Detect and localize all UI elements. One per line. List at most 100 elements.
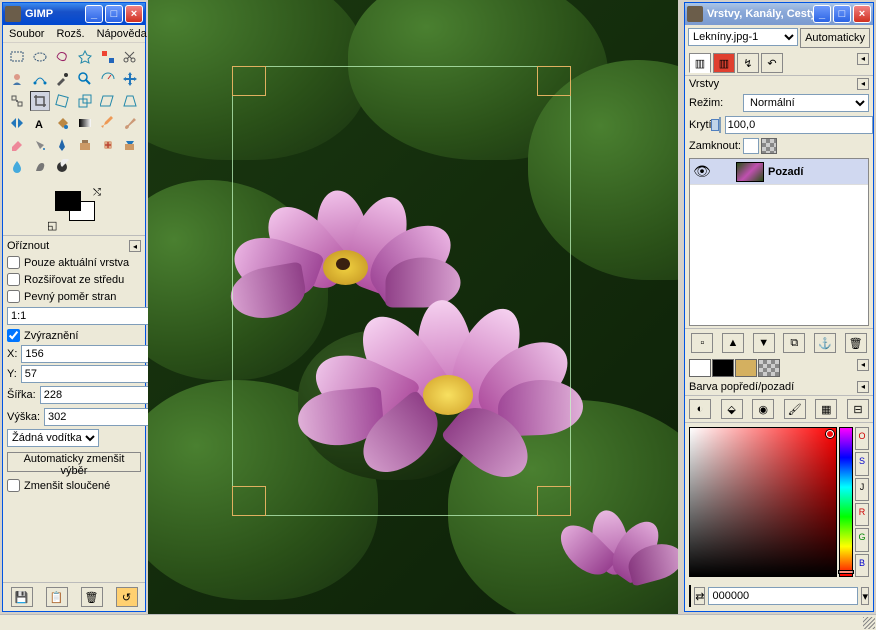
crop-tool[interactable]: [30, 91, 50, 111]
dock-titlebar[interactable]: Vrstvy, Kanály, Cesty, ... _ □ ×: [685, 3, 873, 25]
lower-layer-button[interactable]: ▼: [753, 333, 775, 353]
lower-tab-menu-icon[interactable]: ◂: [857, 359, 869, 371]
dodge-burn-tool[interactable]: [52, 157, 72, 177]
maximize-button[interactable]: □: [833, 5, 851, 23]
s-button[interactable]: S: [855, 452, 869, 475]
blur-tool[interactable]: [7, 157, 27, 177]
swap-swatch-icon[interactable]: ⤭: [93, 187, 101, 198]
align-tool[interactable]: [7, 91, 27, 111]
perspective-clone-tool[interactable]: [120, 135, 140, 155]
fixed-ratio-checkbox[interactable]: [7, 290, 20, 303]
lock-pixels-checkbox[interactable]: [743, 138, 759, 154]
expand-center-checkbox[interactable]: [7, 273, 20, 286]
save-options-button[interactable]: 💾: [11, 587, 33, 607]
foreground-select-tool[interactable]: [7, 69, 27, 89]
toolbox-titlebar[interactable]: GIMP _ □ ×: [3, 3, 145, 25]
mode-select[interactable]: Normální: [743, 94, 869, 112]
menu-file[interactable]: Soubor: [9, 28, 44, 40]
opacity-input[interactable]: [725, 116, 873, 134]
rect-select-tool[interactable]: [7, 47, 27, 67]
g-button[interactable]: G: [855, 528, 869, 551]
sv-cursor[interactable]: [826, 430, 834, 438]
ellipse-select-tool[interactable]: [30, 47, 50, 67]
shrink-merged-checkbox[interactable]: [7, 479, 20, 492]
foreground-swatch[interactable]: [55, 191, 81, 211]
fuzzy-select-tool[interactable]: [75, 47, 95, 67]
delete-options-button[interactable]: 🗑: [81, 587, 103, 607]
anchor-layer-button[interactable]: ⚓: [814, 333, 836, 353]
resize-grip[interactable]: [863, 617, 875, 629]
gradients-tab[interactable]: [735, 359, 757, 377]
eraser-tool[interactable]: [7, 135, 27, 155]
reset-options-button[interactable]: ↺: [116, 587, 138, 607]
highlight-checkbox[interactable]: [7, 329, 20, 342]
b-button[interactable]: B: [855, 554, 869, 577]
layer-thumbnail[interactable]: [736, 162, 764, 182]
move-tool[interactable]: [120, 69, 140, 89]
color-select-tool[interactable]: [98, 47, 118, 67]
duplicate-layer-button[interactable]: ⧉: [783, 333, 805, 353]
perspective-tool[interactable]: [120, 91, 140, 111]
pencil-tool[interactable]: [98, 113, 118, 133]
layer-list[interactable]: 👁 Pozadí: [689, 158, 869, 326]
color-picker-tool[interactable]: [52, 69, 72, 89]
h-button[interactable]: O: [855, 427, 869, 450]
layer-name[interactable]: Pozadí: [768, 166, 803, 178]
cmyk-selector-icon[interactable]: ⬙: [721, 399, 743, 419]
flip-tool[interactable]: [7, 113, 27, 133]
tab-menu-icon[interactable]: ◂: [857, 53, 869, 65]
undo-tab[interactable]: ↶: [761, 53, 783, 73]
patterns-tab[interactable]: [712, 359, 734, 377]
guides-select[interactable]: Žádná vodítka: [7, 429, 99, 447]
text-tool[interactable]: A: [30, 113, 50, 133]
hue-slider[interactable]: [839, 427, 853, 577]
lock-alpha-icon[interactable]: [761, 138, 777, 154]
palette-selector-icon[interactable]: ▦: [815, 399, 837, 419]
channels-tab[interactable]: ▥: [713, 53, 735, 73]
v-button[interactable]: J: [855, 478, 869, 501]
palettes-tab[interactable]: [758, 359, 780, 377]
wheel-selector-icon[interactable]: ◉: [752, 399, 774, 419]
restore-options-button[interactable]: 📋: [46, 587, 68, 607]
hex-menu-button[interactable]: ▾: [861, 587, 869, 605]
bucket-fill-tool[interactable]: [52, 113, 72, 133]
scales-selector-icon[interactable]: ⊟: [847, 399, 869, 419]
image-canvas[interactable]: [148, 0, 678, 614]
ratio-input[interactable]: [7, 307, 157, 325]
saturation-value-box[interactable]: [689, 427, 837, 577]
zoom-tool[interactable]: [75, 69, 95, 89]
heal-tool[interactable]: [98, 135, 118, 155]
paths-tool[interactable]: [30, 69, 50, 89]
rotate-tool[interactable]: [52, 91, 72, 111]
maximize-button[interactable]: □: [105, 5, 123, 23]
auto-button[interactable]: Automaticky: [800, 28, 870, 48]
minimize-button[interactable]: _: [813, 5, 831, 23]
current-color-swatch[interactable]: [689, 585, 691, 607]
menu-ext[interactable]: Rozš.: [56, 28, 84, 40]
hex-input[interactable]: [708, 587, 858, 605]
layer-row[interactable]: 👁 Pozadí: [690, 159, 868, 185]
paintbrush-tool[interactable]: [120, 113, 140, 133]
layers-tab[interactable]: ▥: [689, 53, 711, 73]
paths-tab[interactable]: ↯: [737, 53, 759, 73]
scissors-tool[interactable]: [120, 47, 140, 67]
raise-layer-button[interactable]: ▲: [722, 333, 744, 353]
image-select[interactable]: Lekníny.jpg-1: [688, 28, 798, 46]
gradient-tool[interactable]: [75, 113, 95, 133]
ink-tool[interactable]: [52, 135, 72, 155]
opacity-slider[interactable]: [719, 117, 721, 133]
close-button[interactable]: ×: [125, 5, 143, 23]
tool-options-menu-icon[interactable]: ◂: [129, 240, 141, 252]
reset-swatch-icon[interactable]: ◱: [47, 219, 57, 229]
colors-menu-icon[interactable]: ◂: [857, 381, 869, 393]
swap-colors-button[interactable]: ⇄: [694, 587, 705, 605]
scale-tool[interactable]: [75, 91, 95, 111]
airbrush-tool[interactable]: [30, 135, 50, 155]
measure-tool[interactable]: [98, 69, 118, 89]
lasso-tool[interactable]: [52, 47, 72, 67]
layer-visibility-icon[interactable]: 👁: [690, 163, 714, 180]
auto-shrink-button[interactable]: Automaticky zmenšit výběr: [7, 452, 141, 472]
hue-cursor[interactable]: [838, 570, 854, 574]
clone-tool[interactable]: [75, 135, 95, 155]
minimize-button[interactable]: _: [85, 5, 103, 23]
